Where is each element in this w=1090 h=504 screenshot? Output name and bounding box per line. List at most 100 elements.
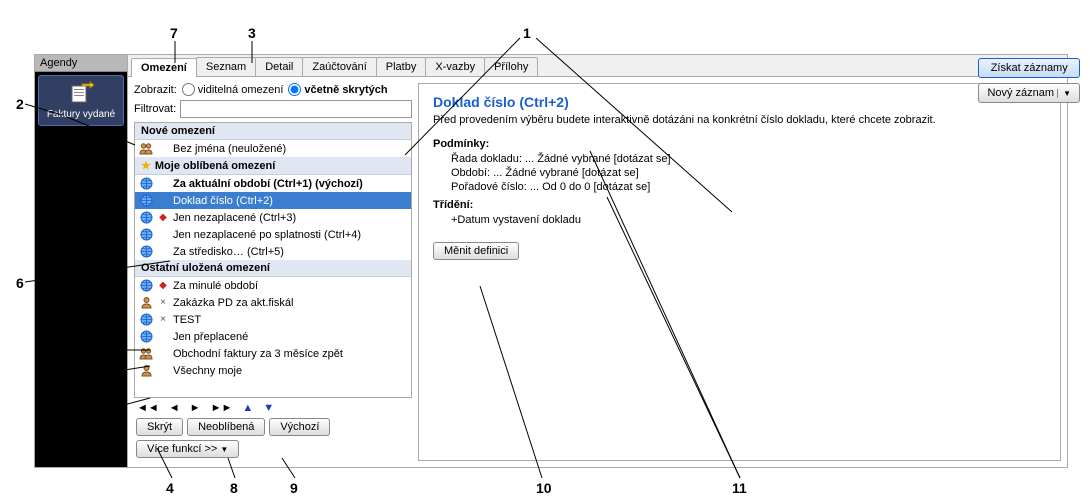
list-item-label: Za aktuální období (Ctrl+1) (výchozí) bbox=[173, 178, 363, 190]
list-item[interactable]: × TEST bbox=[135, 311, 411, 328]
tab-omezení[interactable]: Omezení bbox=[131, 58, 197, 77]
list-item-label: Bez jména (neuložené) bbox=[173, 143, 286, 155]
tab-body: Zobrazit: viditelná omezení včetně skryt… bbox=[128, 77, 1067, 467]
list-item-label: Doklad číslo (Ctrl+2) bbox=[173, 195, 273, 207]
filter-row: Filtrovat: bbox=[134, 100, 412, 118]
nav-first-icon[interactable]: ◄◄ bbox=[137, 402, 159, 414]
callout-6: 6 bbox=[16, 275, 24, 291]
list-item[interactable]: Bez jména (neuložené) bbox=[135, 140, 411, 157]
tab-přílohy[interactable]: Přílohy bbox=[484, 57, 538, 76]
detail-description: Před provedením výběru budete interaktiv… bbox=[433, 114, 1046, 126]
new-record-button[interactable]: Nový záznam▼ bbox=[978, 83, 1080, 103]
callout-11: 11 bbox=[732, 480, 747, 496]
list-item[interactable]: ×Zakázka PD za akt.fiskál bbox=[135, 294, 411, 311]
condition-line: Období: ... Žádné vybrané [dotázat se] bbox=[451, 167, 1046, 179]
chevron-down-icon: ▼ bbox=[220, 445, 228, 454]
restrictions-list[interactable]: Nové omezení Bez jména (neuložené) ★Moje o… bbox=[134, 122, 412, 398]
tabbar: OmezeníSeznamDetailZaúčtováníPlatbyX-vaz… bbox=[128, 55, 1067, 77]
list-item[interactable]: Za aktuální období (Ctrl+1) (výchozí) bbox=[135, 175, 411, 192]
list-item[interactable]: Obchodní faktury za 3 měsíce zpět bbox=[135, 345, 411, 362]
sorting-label: Třídění: bbox=[433, 199, 1046, 211]
globe-icon bbox=[139, 228, 153, 241]
row-mark: ◆ bbox=[158, 280, 168, 291]
people-icon bbox=[139, 142, 153, 155]
tab-zaúčtování[interactable]: Zaúčtování bbox=[302, 57, 376, 76]
sidebar-title: Agendy bbox=[35, 55, 127, 72]
globe-icon bbox=[139, 313, 153, 326]
callout-2: 2 bbox=[16, 96, 24, 112]
filter-label: Filtrovat: bbox=[134, 103, 176, 115]
globe-icon bbox=[139, 194, 153, 207]
detail-title: Doklad číslo (Ctrl+2) bbox=[433, 94, 1046, 110]
unfavorite-button[interactable]: Neoblíbená bbox=[187, 418, 265, 436]
group-header: Ostatní uložená omezení bbox=[135, 260, 411, 277]
sorting-line: +Datum vystavení dokladu bbox=[451, 214, 1046, 226]
action-button-row: Skrýt Neoblíbená Výchozí Více funkcí >>▼ bbox=[134, 418, 412, 461]
people-icon bbox=[139, 347, 153, 360]
list-item[interactable]: Jen nezaplacené po splatnosti (Ctrl+4) bbox=[135, 226, 411, 243]
filter-input[interactable] bbox=[180, 100, 412, 118]
left-pane: Zobrazit: viditelná omezení včetně skryt… bbox=[134, 83, 412, 461]
list-item-label: TEST bbox=[173, 314, 201, 326]
list-item[interactable]: Doklad číslo (Ctrl+2) bbox=[135, 192, 411, 209]
invoice-arrow-icon bbox=[68, 80, 94, 106]
row-mark: × bbox=[158, 297, 168, 308]
globe-icon bbox=[139, 211, 153, 224]
right-action-group: Získat záznamy Nový záznam▼ bbox=[978, 58, 1080, 103]
group-header: Nové omezení bbox=[135, 123, 411, 140]
tab-platby[interactable]: Platby bbox=[376, 57, 427, 76]
list-item-label: Za minulé období bbox=[173, 280, 258, 292]
hide-button[interactable]: Skrýt bbox=[136, 418, 183, 436]
radio-visible[interactable]: viditelná omezení bbox=[182, 83, 284, 96]
list-item[interactable]: Všechny moje bbox=[135, 362, 411, 379]
show-label: Zobrazit: bbox=[134, 84, 177, 96]
condition-line: Řada dokladu: ... Žádné vybrané [dotázat… bbox=[451, 153, 1046, 165]
sidebar-item-faktury-vydane[interactable]: Faktury vydané bbox=[38, 75, 124, 126]
nav-button-row: ◄◄ ◄ ► ►► ▲ ▼ bbox=[134, 398, 412, 418]
condition-line: Pořadové číslo: ... Od 0 do 0 [dotázat s… bbox=[451, 181, 1046, 193]
nav-last-icon[interactable]: ►► bbox=[211, 402, 233, 414]
default-button[interactable]: Výchozí bbox=[269, 418, 330, 436]
app-window: Agendy Faktury vydané OmezeníSeznamDetai… bbox=[34, 54, 1068, 468]
list-item[interactable]: Jen přeplacené bbox=[135, 328, 411, 345]
callout-1: 1 bbox=[523, 25, 531, 41]
nav-next-icon[interactable]: ► bbox=[190, 402, 201, 414]
sidebar: Agendy Faktury vydané bbox=[35, 55, 128, 467]
globe-icon bbox=[139, 279, 153, 292]
callout-8: 8 bbox=[230, 480, 238, 496]
globe-icon bbox=[139, 177, 153, 190]
detail-pane: Doklad číslo (Ctrl+2) Před provedením vý… bbox=[418, 83, 1061, 461]
person-icon bbox=[139, 296, 153, 309]
list-item[interactable]: ◆ Za minulé období bbox=[135, 277, 411, 294]
row-mark: × bbox=[158, 314, 168, 325]
edit-definition-button[interactable]: Měnit definici bbox=[433, 242, 519, 260]
content-area: OmezeníSeznamDetailZaúčtováníPlatbyX-vaz… bbox=[128, 55, 1067, 467]
row-mark: ◆ bbox=[158, 212, 168, 223]
fetch-records-button[interactable]: Získat záznamy bbox=[978, 58, 1080, 78]
person-icon bbox=[139, 364, 153, 377]
tab-x-vazby[interactable]: X-vazby bbox=[425, 57, 485, 76]
group-header: ★Moje oblíbená omezení bbox=[135, 157, 411, 175]
nav-prev-icon[interactable]: ◄ bbox=[169, 402, 180, 414]
list-item[interactable]: ◆ Jen nezaplacené (Ctrl+3) bbox=[135, 209, 411, 226]
list-item-label: Jen nezaplacené po splatnosti (Ctrl+4) bbox=[173, 229, 361, 241]
callout-3: 3 bbox=[248, 25, 256, 41]
callout-7: 7 bbox=[170, 25, 178, 41]
callout-10: 10 bbox=[536, 480, 552, 496]
list-item-label: Obchodní faktury za 3 měsíce zpět bbox=[173, 348, 343, 360]
tab-detail[interactable]: Detail bbox=[255, 57, 303, 76]
tab-seznam[interactable]: Seznam bbox=[196, 57, 256, 76]
sidebar-item-label: Faktury vydané bbox=[41, 109, 121, 121]
more-functions-button[interactable]: Více funkcí >>▼ bbox=[136, 440, 239, 458]
nav-down-icon[interactable]: ▼ bbox=[263, 402, 274, 414]
list-item-label: Za středisko… (Ctrl+5) bbox=[173, 246, 284, 258]
globe-icon bbox=[139, 245, 153, 258]
conditions-label: Podmínky: bbox=[433, 138, 1046, 150]
callout-9: 9 bbox=[290, 480, 298, 496]
list-item[interactable]: Za středisko… (Ctrl+5) bbox=[135, 243, 411, 260]
display-options: Zobrazit: viditelná omezení včetně skryt… bbox=[134, 83, 412, 96]
radio-hidden[interactable]: včetně skrytých bbox=[288, 83, 387, 96]
list-item-label: Jen nezaplacené (Ctrl+3) bbox=[173, 212, 296, 224]
list-item-label: Všechny moje bbox=[173, 365, 242, 377]
nav-up-icon[interactable]: ▲ bbox=[242, 402, 253, 414]
